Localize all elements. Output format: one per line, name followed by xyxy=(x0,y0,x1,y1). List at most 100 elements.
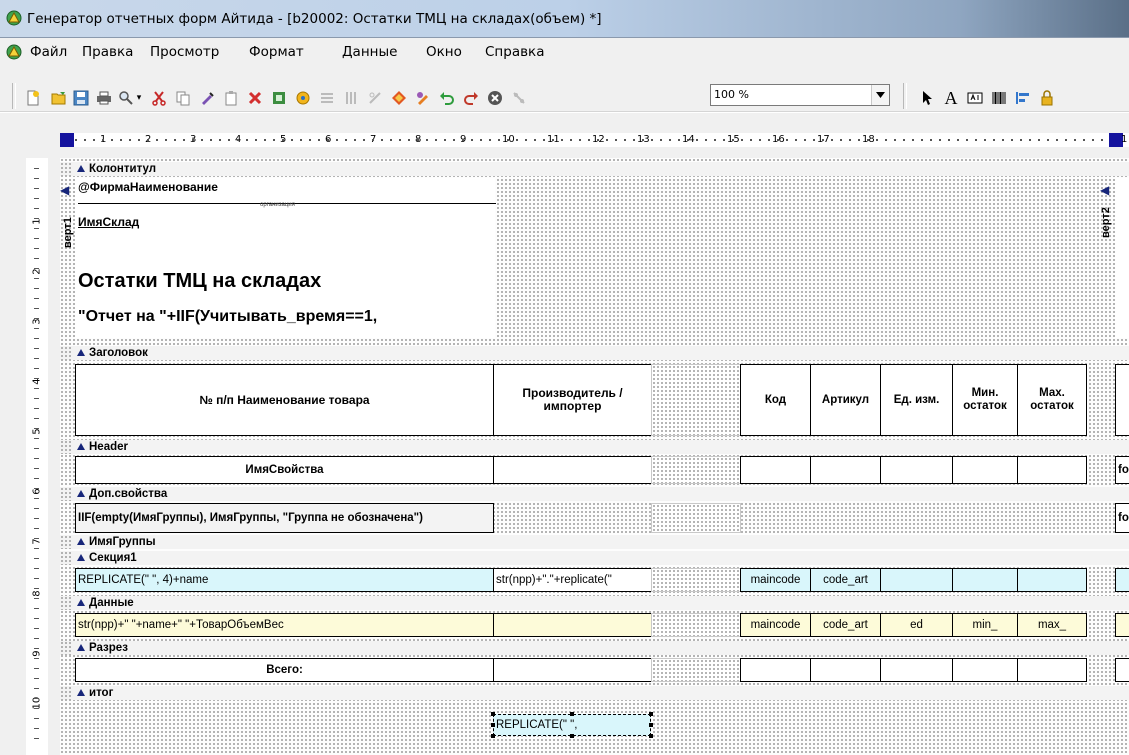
total-cell[interactable] xyxy=(493,658,652,682)
warehouse-field[interactable]: ИмяСклад xyxy=(78,215,139,229)
column-header-min[interactable]: Мин. остаток xyxy=(952,364,1018,436)
redo-icon[interactable] xyxy=(460,88,482,108)
align-icon[interactable] xyxy=(1012,88,1034,108)
resize-handle[interactable] xyxy=(491,712,495,716)
header-cell[interactable] xyxy=(952,456,1018,484)
text-tool-icon[interactable]: A xyxy=(940,88,962,108)
toolbar-grip[interactable] xyxy=(903,83,907,109)
column-header-max[interactable]: Мах. остаток xyxy=(1017,364,1087,436)
resize-handle[interactable] xyxy=(649,712,653,716)
header-cell-right[interactable]: fo xyxy=(1115,456,1129,484)
dop-cell-right[interactable]: fo xyxy=(1115,503,1129,533)
data-producer-cell[interactable] xyxy=(493,613,652,637)
copy-icon[interactable] xyxy=(172,88,194,108)
band-itog[interactable]: итог xyxy=(60,686,1129,700)
data-unit-cell[interactable]: ed xyxy=(880,613,953,637)
band-razrez[interactable]: Разрез xyxy=(60,641,1129,655)
band-imya-gruppy[interactable]: ИмяГруппы xyxy=(60,535,1129,549)
data-min-cell[interactable]: min_ xyxy=(952,613,1018,637)
collapse-arrow-icon[interactable] xyxy=(77,349,85,356)
band-kolontitul[interactable]: Колонтитул xyxy=(60,162,1129,176)
insert-column-icon[interactable] xyxy=(340,88,362,108)
paste-icon[interactable] xyxy=(220,88,242,108)
collapse-arrow-icon[interactable] xyxy=(77,599,85,606)
section-cell[interactable] xyxy=(880,568,953,592)
header-cell[interactable] xyxy=(740,456,811,484)
menu-edit[interactable]: Правка xyxy=(82,44,133,60)
data-cell-right[interactable] xyxy=(1115,613,1129,637)
resize-handle[interactable] xyxy=(570,712,574,716)
collapse-arrow-icon[interactable] xyxy=(77,443,85,450)
zoom-select[interactable]: 100 % xyxy=(710,84,890,106)
section-producer-cell[interactable]: str(npp)+"."+replicate(" xyxy=(493,568,652,592)
undo-icon[interactable] xyxy=(436,88,458,108)
print-icon[interactable] xyxy=(93,88,115,108)
property-name-cell[interactable]: ИмяСвойства xyxy=(75,456,494,484)
selected-total-cell[interactable]: REPLICATE(" ", xyxy=(493,714,651,736)
column-header-unit[interactable]: Ед. изм. xyxy=(880,364,953,436)
column-header-name[interactable]: № п/п Наименование товара xyxy=(75,364,494,436)
database-icon[interactable] xyxy=(292,88,314,108)
data-code-cell[interactable]: maincode xyxy=(740,613,811,637)
report-title[interactable]: Остатки ТМЦ на складах xyxy=(78,270,321,293)
toolbar-grip[interactable] xyxy=(12,83,16,109)
insert-row-icon[interactable] xyxy=(316,88,338,108)
section-article-cell[interactable]: code_art xyxy=(810,568,881,592)
collapse-arrow-icon[interactable] xyxy=(77,554,85,561)
menu-help[interactable]: Справка xyxy=(485,44,544,60)
format-painter-icon[interactable] xyxy=(196,88,218,108)
header-cell[interactable] xyxy=(493,456,652,484)
total-cell[interactable] xyxy=(952,658,1018,682)
toggle-icon[interactable] xyxy=(508,88,530,108)
window-titlebar[interactable]: Генератор отчетных форм Айтида - [b20002… xyxy=(0,0,1129,38)
header-cell[interactable] xyxy=(810,456,881,484)
edit-field-icon[interactable] xyxy=(412,88,434,108)
data-article-cell[interactable]: code_art xyxy=(810,613,881,637)
total-cell[interactable] xyxy=(1017,658,1087,682)
total-label-cell[interactable]: Всего: xyxy=(75,658,494,682)
total-cell[interactable] xyxy=(880,658,953,682)
collapse-arrow-icon[interactable] xyxy=(77,490,85,497)
barcode-icon[interactable] xyxy=(988,88,1010,108)
pointer-icon[interactable] xyxy=(916,88,938,108)
band-header[interactable]: Header xyxy=(60,440,1129,454)
diamond-icon[interactable] xyxy=(388,88,410,108)
header-cell[interactable] xyxy=(1017,456,1087,484)
report-design-canvas[interactable]: Колонтитул ◀ @ФирмаНаименование организа… xyxy=(60,158,1129,755)
left-margin-marker[interactable] xyxy=(60,133,74,147)
section-name-cell[interactable]: REPLICATE(" ", 4)+name xyxy=(75,568,494,592)
resize-handle[interactable] xyxy=(491,723,495,727)
image-icon[interactable] xyxy=(268,88,290,108)
resize-handle[interactable] xyxy=(570,734,574,738)
preview-dropdown-icon[interactable]: ▾ xyxy=(134,88,144,108)
menu-format[interactable]: Формат xyxy=(249,44,304,60)
total-cell-right[interactable] xyxy=(1115,658,1129,682)
horizontal-ruler[interactable]: 1 2 3 4 5 6 7 8 9 10 11 12 13 14 15 16 1… xyxy=(0,113,1129,158)
stop-icon[interactable] xyxy=(484,88,506,108)
section-code-cell[interactable]: maincode xyxy=(740,568,811,592)
column-header-article[interactable]: Артикул xyxy=(810,364,881,436)
band-zagolovok[interactable]: Заголовок xyxy=(60,346,1129,360)
document-icon[interactable] xyxy=(6,44,22,60)
save-icon[interactable] xyxy=(70,88,92,108)
cut-icon[interactable] xyxy=(148,88,170,108)
report-subtitle[interactable]: "Отчет на "+IIF(Учитывать_время==1, xyxy=(78,308,377,326)
band-dop-svoistva[interactable]: Доп.свойства xyxy=(60,487,1129,501)
lock-icon[interactable] xyxy=(1036,88,1058,108)
resize-handle[interactable] xyxy=(491,734,495,738)
header-cell[interactable] xyxy=(880,456,953,484)
band-dannye[interactable]: Данные xyxy=(60,596,1129,610)
firm-name-field[interactable]: @ФирмаНаименование xyxy=(78,180,218,194)
collapse-arrow-icon[interactable] xyxy=(77,689,85,696)
section-cell-right[interactable] xyxy=(1115,568,1129,592)
section-cell[interactable] xyxy=(952,568,1018,592)
menu-window[interactable]: Окно xyxy=(426,44,462,60)
vertical-ruler[interactable]: 1 2 3 4 5 6 7 8 9 10 xyxy=(0,158,60,755)
data-max-cell[interactable]: max_ xyxy=(1017,613,1087,637)
menu-data[interactable]: Данные xyxy=(342,44,397,60)
data-name-cell[interactable]: str(npp)+" "+name+" "+ТоварОбъемВес xyxy=(75,613,494,637)
delete-icon[interactable] xyxy=(244,88,266,108)
link-icon[interactable] xyxy=(364,88,386,108)
group-expression-cell[interactable]: IIF(empty(ИмяГруппы), ИмяГруппы, "Группа… xyxy=(75,503,494,533)
text-field-icon[interactable] xyxy=(964,88,986,108)
